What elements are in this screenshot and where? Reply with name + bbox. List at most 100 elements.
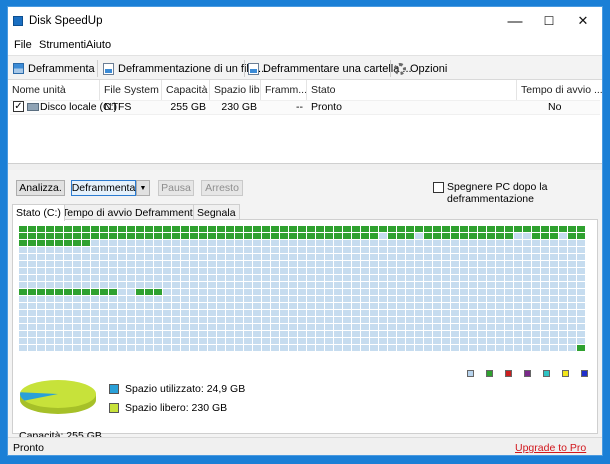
disk-block: [559, 331, 567, 337]
disk-block: [316, 226, 324, 232]
disk-block: [136, 275, 144, 281]
analyze-button[interactable]: Analizza.: [16, 180, 65, 196]
disk-block: [64, 226, 72, 232]
disk-block: [154, 268, 162, 274]
disk-block: [55, 247, 63, 253]
disk-block: [172, 247, 180, 253]
disk-block: [316, 338, 324, 344]
toolbar-defrag-file-button[interactable]: Deframmentazione di un file ...: [103, 59, 267, 78]
menu-help[interactable]: Aiuto: [86, 39, 111, 51]
close-button[interactable]: ✕: [566, 7, 600, 35]
disk-block: [37, 261, 45, 267]
disk-block: [28, 317, 36, 323]
disk-block: [271, 268, 279, 274]
disk-block: [307, 261, 315, 267]
minimize-button[interactable]: —: [498, 7, 532, 35]
disk-block: [262, 338, 270, 344]
disk-block: [181, 268, 189, 274]
toolbar-options-label: Opzioni: [410, 62, 448, 75]
disk-block: [496, 233, 504, 239]
disk-block: [334, 240, 342, 246]
disk-block: [217, 317, 225, 323]
disk-block: [424, 282, 432, 288]
disk-block: [127, 324, 135, 330]
disk-block: [352, 338, 360, 344]
disk-block: [379, 296, 387, 302]
disk-block: [577, 338, 585, 344]
tab-report[interactable]: Segnala: [193, 204, 240, 220]
disk-block: [442, 345, 450, 351]
disk-block: [541, 338, 549, 344]
disk-block: [28, 254, 36, 260]
disk-block: [37, 275, 45, 281]
disk-block: [307, 275, 315, 281]
menu-file[interactable]: File: [14, 39, 32, 51]
toolbar-options-button[interactable]: Opzioni: [394, 59, 447, 78]
disk-block: [235, 275, 243, 281]
disk-block: [109, 261, 117, 267]
column-header-name[interactable]: Nome unità: [8, 80, 100, 100]
disk-block: [199, 338, 207, 344]
shutdown-checkbox[interactable]: [433, 182, 444, 193]
upgrade-link[interactable]: Upgrade to Pro: [515, 442, 586, 454]
defrag-button[interactable]: Deframmenta: [71, 180, 136, 196]
disk-block: [217, 282, 225, 288]
disk-block: [244, 324, 252, 330]
disk-block: [424, 303, 432, 309]
disk-block: [433, 303, 441, 309]
drive-checkbox[interactable]: ✓: [13, 101, 24, 112]
disk-block: [46, 289, 54, 295]
disk-block: [136, 338, 144, 344]
disk-block: [316, 233, 324, 239]
disk-block: [316, 240, 324, 246]
menu-tools[interactable]: Strumenti: [39, 39, 86, 51]
disk-block: [361, 338, 369, 344]
column-header-capacity[interactable]: Capacità: [162, 80, 210, 100]
disk-block: [532, 338, 540, 344]
disk-block: [451, 282, 459, 288]
disk-block: [559, 289, 567, 295]
pause-button[interactable]: Pausa: [158, 180, 194, 196]
disk-block: [397, 296, 405, 302]
disk-block: [208, 233, 216, 239]
disk-block: [343, 233, 351, 239]
disk-block: [478, 296, 486, 302]
disk-block: [334, 317, 342, 323]
disk-block: [424, 289, 432, 295]
disk-block: [19, 310, 27, 316]
column-header-free[interactable]: Spazio lib...: [210, 80, 261, 100]
column-header-status[interactable]: Stato: [307, 80, 517, 100]
maximize-button[interactable]: ☐: [532, 7, 566, 35]
disk-block: [226, 233, 234, 239]
disk-block: [262, 317, 270, 323]
disk-block: [46, 233, 54, 239]
defrag-dropdown-button[interactable]: ▼: [136, 180, 150, 196]
disk-block: [424, 324, 432, 330]
disk-block: [451, 268, 459, 274]
column-header-filesystem[interactable]: File System: [100, 80, 162, 100]
disk-block: [514, 289, 522, 295]
disk-block: [559, 324, 567, 330]
disk-block: [469, 268, 477, 274]
tab-status[interactable]: Stato (C:): [12, 204, 65, 221]
column-header-boot[interactable]: Tempo di avvio ...: [517, 80, 602, 100]
disk-block: [496, 303, 504, 309]
disk-block: [478, 345, 486, 351]
stop-button[interactable]: Arresto: [201, 180, 243, 196]
column-header-frag[interactable]: Framm...: [261, 80, 307, 100]
disk-block: [109, 275, 117, 281]
disk-block: [469, 289, 477, 295]
disk-block: [406, 282, 414, 288]
toolbar-defrag-folder-button[interactable]: Deframmentare una cartella ...: [248, 59, 412, 78]
disk-block: [118, 345, 126, 351]
disk-block: [325, 303, 333, 309]
disk-block: [334, 254, 342, 260]
disk-block: [325, 226, 333, 232]
disk-block: [244, 261, 252, 267]
disk-block: [433, 226, 441, 232]
disk-block: [244, 282, 252, 288]
disk-block: [406, 317, 414, 323]
disk-block: [397, 317, 405, 323]
disk-block: [289, 338, 297, 344]
toolbar-defrag-button[interactable]: Deframmenta: [13, 59, 95, 78]
